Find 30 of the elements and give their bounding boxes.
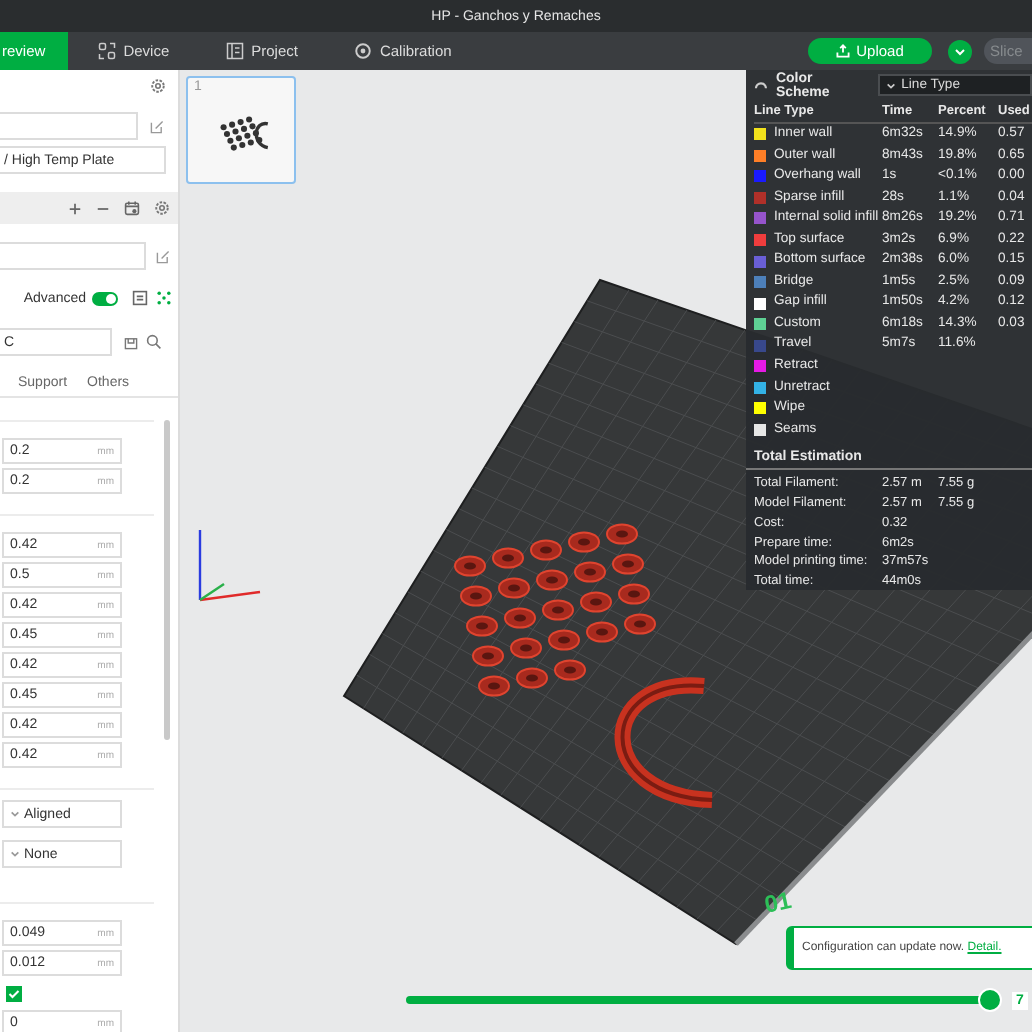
gear-icon[interactable] [154,200,170,216]
dots-icon[interactable] [156,290,172,306]
advanced-toggle[interactable] [92,291,118,305]
slider-handle[interactable] [978,988,1003,1012]
printer-field[interactable] [0,112,138,140]
search-icon[interactable] [146,334,162,350]
axes-drawing [198,530,261,602]
dome-icon[interactable] [754,80,768,90]
caret-icon [10,810,20,818]
preset-icon[interactable] [124,200,140,216]
panel-icon [225,42,244,60]
dropdown-button[interactable] [948,39,972,63]
upload-icon [836,44,851,58]
scrollbar[interactable] [164,420,170,740]
caret-icon [885,81,896,89]
caret-icon [10,850,20,858]
target-icon [353,42,372,60]
filament-field[interactable] [0,242,146,270]
plus-icon[interactable] [68,201,82,215]
caret-icon [954,47,966,55]
settings-icon[interactable] [150,77,166,93]
list-icon[interactable] [132,290,148,306]
check-icon [8,987,20,999]
save-icon[interactable] [124,335,138,349]
model-drawing[interactable] [454,523,713,808]
checkbox[interactable] [6,985,22,1001]
devices-icon [97,42,116,60]
edit-icon[interactable] [150,119,164,133]
plate-number: 01 [761,886,794,919]
edit-icon[interactable] [156,249,170,263]
